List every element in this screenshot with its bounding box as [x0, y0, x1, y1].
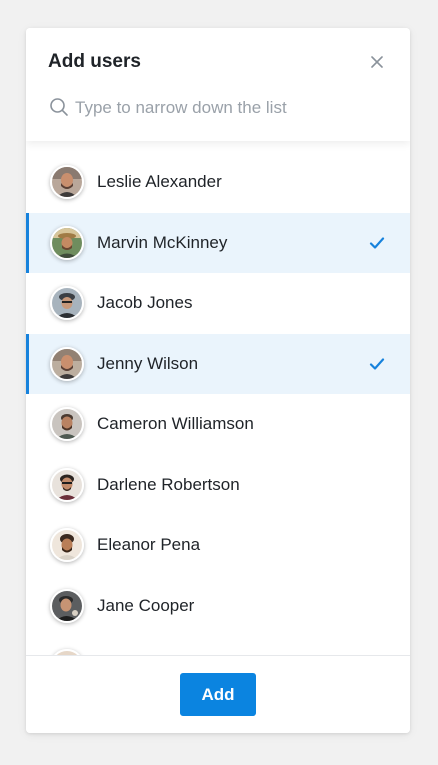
user-name: Cameron Williamson [97, 414, 254, 433]
user-row-selected[interactable]: Marvin McKinney [26, 212, 410, 273]
avatar [50, 225, 84, 260]
close-icon [371, 56, 383, 68]
dialog-header: Add users [26, 28, 410, 141]
avatar [50, 407, 84, 441]
avatar [50, 346, 84, 381]
close-button[interactable] [368, 53, 386, 71]
user-row[interactable]: Jacob Jones [26, 273, 410, 334]
search-icon [50, 98, 68, 116]
user-name: Eleanor Pena [97, 535, 201, 554]
avatar [50, 165, 84, 199]
user-name: Jacob Jones [97, 293, 193, 312]
avatar [50, 467, 84, 502]
user-name: Darlene Robertson [97, 474, 240, 494]
user-row[interactable]: Darlene Robertson [26, 455, 410, 516]
avatar [50, 588, 84, 623]
user-name: Leslie Alexander [97, 172, 222, 191]
search-input[interactable] [75, 96, 375, 120]
checkmark-icon [369, 236, 385, 249]
add-button[interactable]: Add [180, 673, 256, 716]
user-row[interactable]: Jane Cooper [26, 576, 410, 637]
user-row[interactable]: Eleanor Pena [26, 515, 410, 576]
user-row-selected[interactable]: Jenny Wilson [26, 333, 410, 394]
dialog-footer: Add [26, 655, 410, 733]
add-users-dialog: Add users Leslie Alexander M [26, 28, 410, 733]
avatar [50, 286, 84, 320]
dialog-title: Add users [48, 51, 141, 72]
user-row[interactable]: Leslie Alexander [26, 152, 410, 213]
user-list: Leslie Alexander Marvin McKinney Jacob J… [26, 152, 410, 655]
avatar [50, 528, 84, 562]
user-name: Jane Cooper [97, 595, 195, 615]
search-box [48, 96, 388, 120]
user-name: Jenny Wilson [97, 353, 199, 373]
checkmark-icon [369, 357, 385, 370]
user-row[interactable]: Cameron Williamson [26, 394, 410, 455]
user-row[interactable] [26, 636, 410, 655]
user-name: Marvin McKinney [97, 232, 228, 252]
